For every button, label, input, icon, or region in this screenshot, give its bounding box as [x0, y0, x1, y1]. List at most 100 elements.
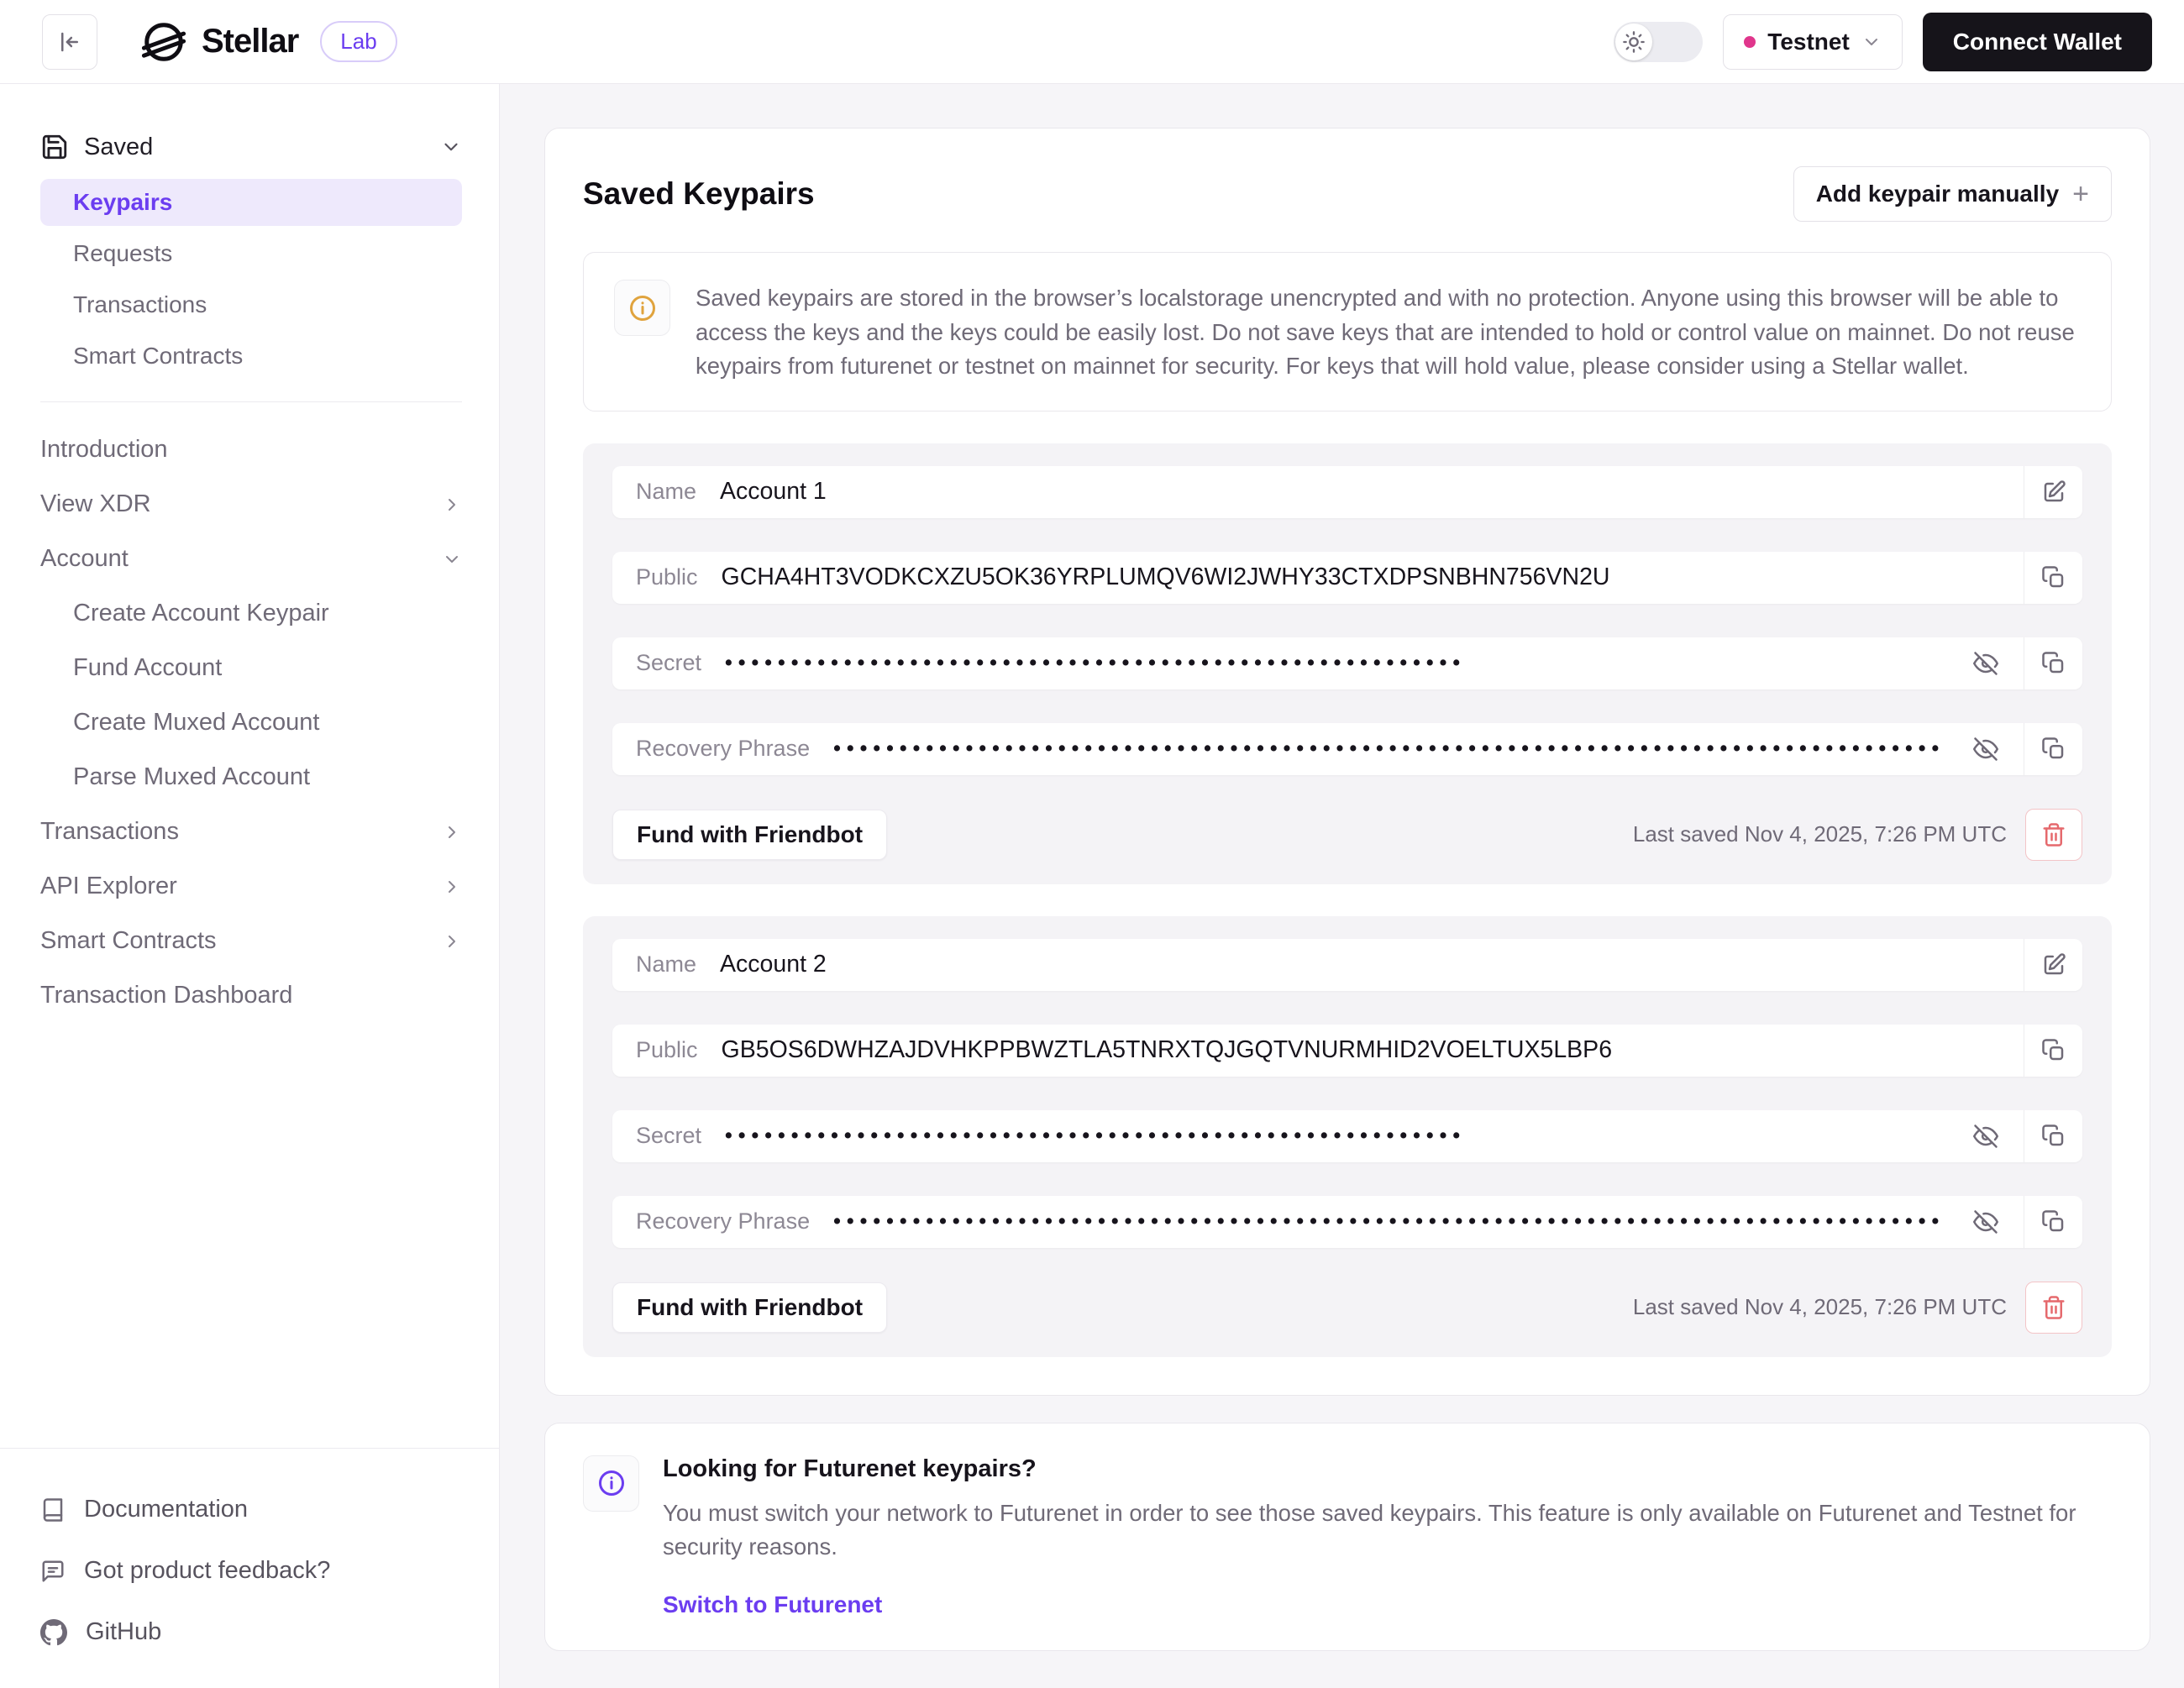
toggle-secret-visibility-button[interactable] [1968, 1124, 2003, 1149]
futurenet-title: Looking for Futurenet keypairs? [663, 1455, 2091, 1483]
futurenet-body: You must switch your network to Futurene… [663, 1497, 2091, 1565]
sidebar-item-account[interactable]: Account [40, 532, 462, 586]
sidebar-group-saved[interactable]: Saved [40, 119, 462, 175]
toggle-recovery-visibility-button[interactable] [1968, 737, 2003, 762]
copy-public-key-button[interactable] [2024, 1025, 2082, 1077]
last-saved-timestamp: Last saved Nov 4, 2025, 7:26 PM UTC [1633, 1294, 2007, 1320]
sidebar-item-transaction-dashboard[interactable]: Transaction Dashboard [40, 968, 462, 1023]
edit-icon [2041, 952, 2066, 978]
sidebar-item-create-account-keypair[interactable]: Create Account Keypair [40, 586, 462, 641]
main-content: Saved Keypairs Add keypair manually + Sa… [500, 84, 2184, 1688]
recovery-phrase-masked-value: ••••••••••••••••••••••••••••••••••••••••… [833, 737, 1945, 761]
connect-wallet-button[interactable]: Connect Wallet [1923, 13, 2152, 71]
book-icon [40, 1497, 66, 1523]
secret-key-row: Secret •••••••••••••••••••••••••••••••••… [612, 637, 2082, 689]
delete-keypair-button[interactable] [2025, 809, 2082, 861]
toggle-recovery-visibility-button[interactable] [1968, 1209, 2003, 1235]
sidebar-item-keypairs[interactable]: Keypairs [40, 179, 462, 226]
copy-icon [2041, 737, 2066, 762]
name-value: Account 1 [720, 478, 827, 506]
collapse-sidebar-button[interactable] [42, 14, 97, 70]
futurenet-icon-tile [583, 1455, 639, 1512]
network-status-dot [1744, 36, 1756, 48]
sidebar-item-saved-smart-contracts[interactable]: Smart Contracts [40, 333, 462, 380]
sidebar-item-view-xdr[interactable]: View XDR [40, 477, 462, 532]
theme-knob [1615, 24, 1652, 60]
trash-icon [2041, 1295, 2066, 1320]
chevron-down-icon [440, 136, 462, 158]
secret-key-field: Secret •••••••••••••••••••••••••••••••••… [612, 1110, 2024, 1162]
trash-icon [2041, 822, 2066, 847]
last-saved-timestamp: Last saved Nov 4, 2025, 7:26 PM UTC [1633, 821, 2007, 847]
secret-key-masked-value: ••••••••••••••••••••••••••••••••••••••••… [725, 1124, 1466, 1148]
github-icon [40, 1619, 67, 1646]
name-field[interactable]: Name Account 2 [612, 939, 2024, 991]
save-icon [40, 133, 69, 161]
add-keypair-button[interactable]: Add keypair manually + [1793, 166, 2112, 222]
warning-text: Saved keypairs are stored in the browser… [696, 280, 2081, 384]
fund-with-friendbot-button[interactable]: Fund with Friendbot [612, 810, 887, 860]
lab-badge: Lab [320, 21, 396, 62]
public-key-value: GB5OS6DWHZAJDVHKPPBWZTLA5TNRXTQJGQTVNURM… [722, 1036, 1613, 1064]
name-row: Name Account 1 [612, 466, 2082, 518]
sidebar-divider [40, 401, 462, 402]
sidebar-item-saved-transactions[interactable]: Transactions [40, 281, 462, 328]
chevron-right-icon [442, 877, 462, 897]
page-title: Saved Keypairs [583, 176, 815, 212]
sidebar-item-transactions[interactable]: Transactions [40, 805, 462, 859]
sidebar-group-label: Saved [84, 134, 153, 161]
copy-recovery-phrase-button[interactable] [2024, 723, 2082, 775]
sidebar-item-introduction[interactable]: Introduction [40, 422, 462, 477]
futurenet-info-card: Looking for Futurenet keypairs? You must… [544, 1423, 2150, 1651]
info-icon [596, 1468, 627, 1498]
sidebar-item-create-muxed-account[interactable]: Create Muxed Account [40, 695, 462, 750]
eye-off-icon [1973, 737, 1998, 762]
sidebar-item-parse-muxed-account[interactable]: Parse Muxed Account [40, 750, 462, 805]
fund-with-friendbot-button[interactable]: Fund with Friendbot [612, 1282, 887, 1333]
brand-name: Stellar [202, 23, 298, 60]
recovery-phrase-row: Recovery Phrase ••••••••••••••••••••••••… [612, 1196, 2082, 1248]
sidebar: Saved Keypairs Requests Transactions Sma… [0, 84, 500, 1688]
public-key-value: GCHA4HT3VODKCXZU5OK36YRPLUMQV6WI2JWHY33C… [722, 564, 1610, 591]
recovery-phrase-row: Recovery Phrase ••••••••••••••••••••••••… [612, 723, 2082, 775]
switch-to-futurenet-link[interactable]: Switch to Futurenet [663, 1591, 882, 1618]
brand[interactable]: Stellar Lab [141, 19, 397, 65]
sidebar-footer: Documentation Got product feedback? GitH… [0, 1448, 499, 1688]
name-field[interactable]: Name Account 1 [612, 466, 2024, 518]
chevron-down-icon [1861, 32, 1882, 52]
keypair-card: Name Account 2 Public GB5OS6DWHZAJDVHKPP… [583, 916, 2112, 1357]
delete-keypair-button[interactable] [2025, 1282, 2082, 1334]
header: Stellar Lab Testnet Connect Wallet [0, 0, 2184, 84]
sidebar-item-smart-contracts[interactable]: Smart Contracts [40, 914, 462, 968]
sidebar-link-github[interactable]: GitHub [40, 1602, 462, 1663]
sidebar-item-requests[interactable]: Requests [40, 230, 462, 277]
copy-secret-key-button[interactable] [2024, 1110, 2082, 1162]
eye-off-icon [1973, 1124, 1998, 1149]
toggle-secret-visibility-button[interactable] [1968, 651, 2003, 676]
secret-key-masked-value: ••••••••••••••••••••••••••••••••••••••••… [725, 651, 1466, 675]
copy-recovery-phrase-button[interactable] [2024, 1196, 2082, 1248]
edit-name-button[interactable] [2024, 466, 2082, 518]
sun-icon [1622, 30, 1646, 54]
warning-banner: Saved keypairs are stored in the browser… [583, 252, 2112, 412]
sidebar-link-feedback[interactable]: Got product feedback? [40, 1540, 462, 1602]
recovery-phrase-field: Recovery Phrase ••••••••••••••••••••••••… [612, 723, 2024, 775]
public-key-field: Public GB5OS6DWHZAJDVHKPPBWZTLA5TNRXTQJG… [612, 1025, 2024, 1077]
collapse-sidebar-icon [57, 29, 82, 55]
sidebar-item-fund-account[interactable]: Fund Account [40, 641, 462, 695]
recovery-phrase-field: Recovery Phrase ••••••••••••••••••••••••… [612, 1196, 2024, 1248]
sidebar-link-documentation[interactable]: Documentation [40, 1479, 462, 1540]
copy-secret-key-button[interactable] [2024, 637, 2082, 689]
saved-keypairs-card: Saved Keypairs Add keypair manually + Sa… [544, 128, 2150, 1396]
edit-name-button[interactable] [2024, 939, 2082, 991]
network-select[interactable]: Testnet [1723, 14, 1903, 70]
copy-icon [2041, 1209, 2066, 1235]
network-label: Testnet [1767, 29, 1850, 55]
sidebar-item-api-explorer[interactable]: API Explorer [40, 859, 462, 914]
secret-key-field: Secret •••••••••••••••••••••••••••••••••… [612, 637, 2024, 689]
keypair-card: Name Account 1 Public GCHA4HT3VODKCXZU5O… [583, 443, 2112, 884]
copy-icon [2041, 565, 2066, 590]
copy-icon [2041, 1038, 2066, 1063]
theme-toggle[interactable] [1614, 22, 1703, 62]
copy-public-key-button[interactable] [2024, 552, 2082, 604]
